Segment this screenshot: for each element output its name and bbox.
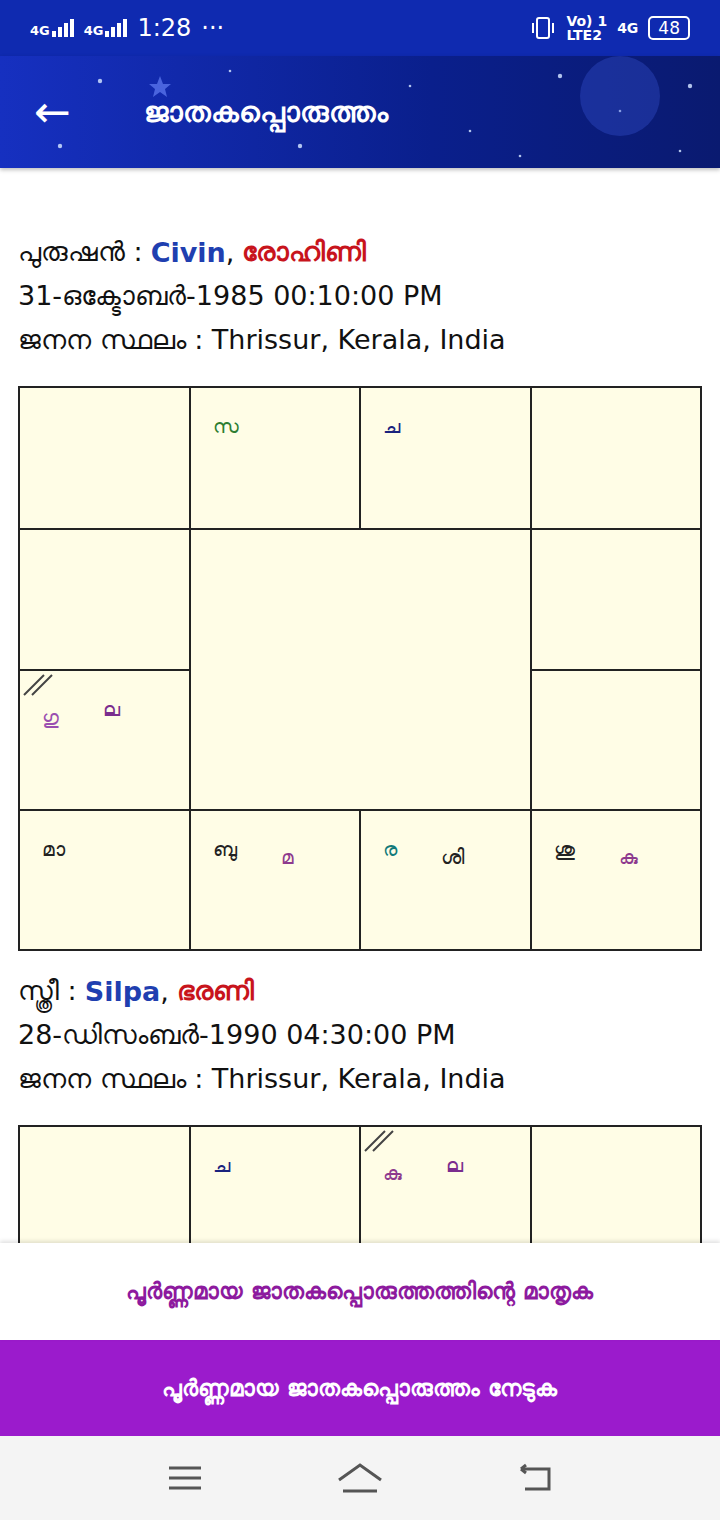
match-content: പുരുഷൻ :Civin,രോഹിണി31-ഒക്ടോബർ-1985 00:1…	[0, 168, 720, 1243]
planet: ശു	[554, 837, 575, 861]
planet: ച	[383, 414, 400, 438]
network-type: 4G	[84, 24, 104, 37]
signal-icon	[105, 19, 127, 37]
app-header: ← ജാതകപ്പൊരുത്തം	[0, 56, 720, 168]
battery: 48	[648, 16, 690, 40]
planet: മാ	[42, 837, 65, 861]
status-bar: 4G 4G 1:28 ··· Vo) 1LTE2 4G 48	[0, 0, 720, 56]
signal-icon	[52, 19, 74, 37]
menu-icon[interactable]	[165, 1463, 205, 1493]
person-name: Silpa	[85, 976, 161, 1007]
birth-star: ഭരണി	[177, 975, 254, 1007]
status-left: 4G 4G 1:28 ···	[30, 14, 224, 42]
horoscope-chart: ച കു ല	[18, 1125, 702, 1243]
person-heading: സ്ത്രീ : Silpa, ഭരണി	[18, 969, 702, 1013]
signal: 4G	[30, 19, 74, 37]
planet: ര	[383, 837, 397, 861]
lagna-mark-icon	[22, 673, 58, 697]
network-type: 4G	[617, 21, 638, 35]
chart-house: മാ	[20, 811, 189, 949]
planet: ല	[446, 1153, 463, 1177]
chart-house	[20, 388, 189, 528]
separator: ,	[226, 237, 235, 268]
birth-place: ജനന സ്ഥലം : Thrissur, Kerala, India	[18, 318, 702, 362]
planet: കു	[383, 1161, 402, 1185]
volte: Vo) 1LTE2	[566, 14, 607, 42]
chart-house	[532, 388, 701, 528]
planet: മ	[281, 845, 294, 869]
page-title: ജാതകപ്പൊരുത്തം	[144, 95, 388, 130]
chart-house	[532, 530, 701, 669]
lagna-mark-icon	[363, 1129, 399, 1153]
home-icon[interactable]	[335, 1460, 385, 1496]
volte-label: Vo) 1	[566, 14, 607, 28]
get-full-match-button[interactable]: പൂർണ്ണമായ ജാതകപ്പൊരുത്തം നേടുക	[0, 1340, 720, 1436]
signal: 4G	[84, 19, 128, 37]
birth-datetime: 31-ഒക്ടോബർ-1985 00:10:00 PM	[18, 274, 702, 318]
chart-house	[20, 1127, 189, 1243]
planet: ഗു	[42, 705, 59, 729]
birth-datetime: 28-ഡിസംബർ-1990 04:30:00 PM	[18, 1013, 702, 1057]
person-label: പുരുഷൻ :	[18, 236, 143, 268]
chart-center	[191, 530, 530, 809]
chart-house: ച	[191, 1127, 360, 1243]
chart-house	[20, 530, 189, 669]
planet: കു	[619, 845, 638, 869]
planet: ശി	[441, 845, 464, 869]
person-label: സ്ത്രീ :	[18, 975, 77, 1007]
chart-house: സ	[191, 388, 360, 528]
chart-house: ഗു ല	[20, 671, 189, 809]
birth-place: ജനന സ്ഥലം : Thrissur, Kerala, India	[18, 1057, 702, 1101]
chart-house: ബു മ	[191, 811, 360, 949]
person-heading: പുരുഷൻ : Civin,രോഹിണി	[18, 230, 702, 274]
planet: ബു	[213, 837, 237, 861]
clock: 1:28	[137, 14, 191, 42]
birth-star: രോഹിണി	[242, 236, 366, 268]
more-notifications: ···	[201, 14, 224, 42]
network-type: 4G	[30, 24, 50, 37]
status-right: Vo) 1LTE2 4G 48	[530, 14, 690, 42]
planet: സ	[213, 414, 239, 438]
planet: ല	[103, 697, 120, 721]
lte-label: LTE2	[566, 28, 607, 42]
back-icon[interactable]	[515, 1461, 555, 1495]
separator: ,	[160, 976, 169, 1007]
chart-house: ര ശി	[361, 811, 530, 949]
planet: ച	[213, 1153, 230, 1177]
person-name: Civin	[151, 237, 226, 268]
vibrate-icon	[530, 15, 556, 41]
chart-house: ച	[361, 388, 530, 528]
chart-house: ശു കു	[532, 811, 701, 949]
chart-house: കു ല	[361, 1127, 530, 1243]
horoscope-chart: സ ച ഗു ല മാ ബു മ ര ശി ശു കു	[18, 386, 702, 951]
back-button[interactable]: ←	[34, 90, 94, 134]
chart-house	[532, 671, 701, 809]
navigation-bar	[0, 1436, 720, 1520]
sample-link[interactable]: പൂർണ്ണമായ ജാതകപ്പൊരുത്തത്തിന്റെ മാതൃക	[0, 1243, 720, 1340]
chart-house	[532, 1127, 701, 1243]
